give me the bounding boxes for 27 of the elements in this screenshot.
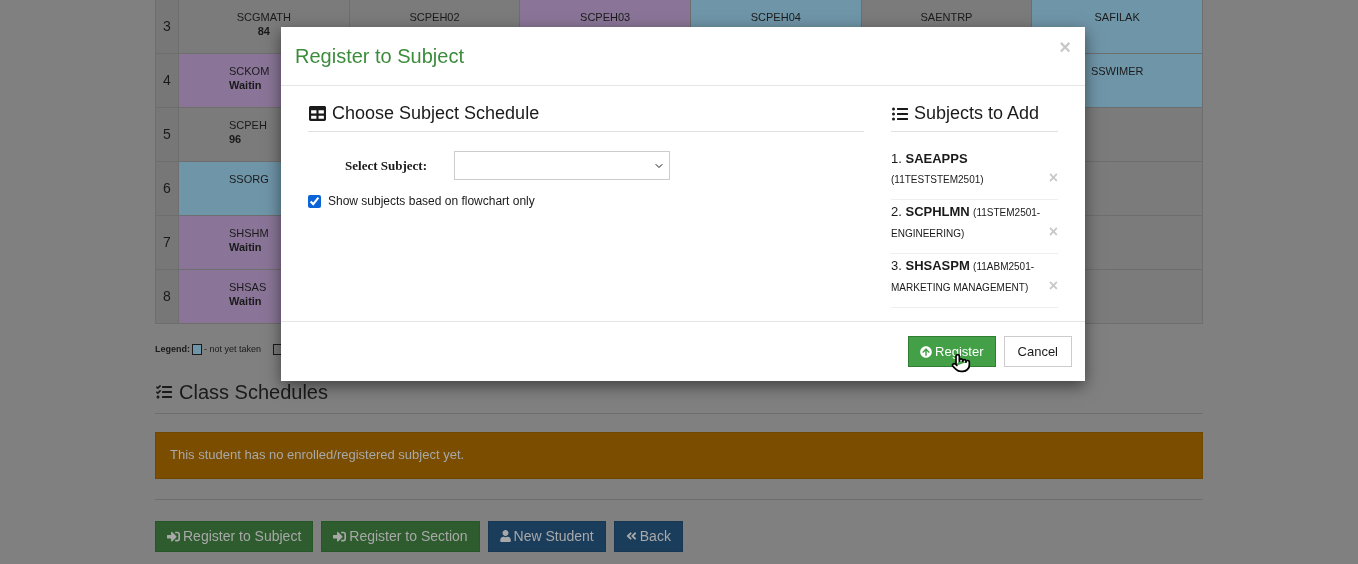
subject-entry: 1. SAEAPPS (11TESTSTEM2501) (891, 150, 985, 187)
double-chevron-icon (625, 530, 637, 542)
subject-entry: 3. SHSASPM (11ABM2501-MARKETING MANAGEMENT) (891, 257, 1036, 295)
row-number: 6 (156, 162, 179, 216)
flowchart-checkbox[interactable] (308, 194, 321, 208)
subject-entry: 2. SCPHLMN (11STEM2501-ENGINEERING) (891, 203, 1041, 241)
action-button[interactable]: Register to Section (321, 520, 480, 552)
list-icon (891, 105, 909, 122)
section-heading: Class Schedules (179, 379, 328, 405)
user-icon (499, 530, 511, 542)
checklist-icon (155, 383, 173, 400)
sign-in-icon (333, 529, 347, 543)
sign-in-icon (167, 529, 180, 543)
action-button[interactable]: Back (613, 520, 683, 552)
row-number: 8 (156, 270, 179, 324)
action-button[interactable]: Register to Subject (155, 520, 314, 552)
row-number: 5 (156, 108, 179, 162)
table-icon (308, 105, 327, 122)
row-number: 4 (156, 54, 179, 108)
legend-label: Legend: (155, 343, 190, 356)
action-button[interactable]: New Student (487, 520, 606, 552)
row-number: 7 (156, 216, 179, 270)
row-number: 3 (156, 0, 179, 54)
warning-alert: This student has no enrolled/registered subject yet. (155, 431, 1203, 479)
cancel-button[interactable]: Cancel (1003, 336, 1072, 367)
legend-text: - not yet taken (204, 343, 262, 356)
close-button[interactable]: × (1059, 37, 1071, 57)
